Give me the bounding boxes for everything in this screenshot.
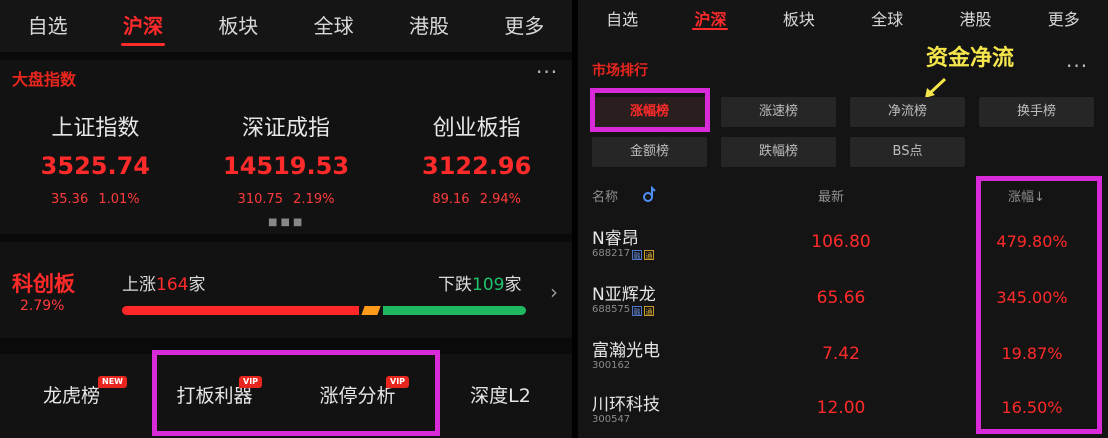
tab-hk-stocks[interactable]: 港股 xyxy=(381,0,476,52)
stock-code: 300162 xyxy=(592,360,631,371)
chip-bs-points[interactable]: BS点 xyxy=(850,137,965,167)
stock-code: 300547 xyxy=(592,414,631,425)
index-name: 深证成指 xyxy=(242,116,331,141)
index-name: 创业板指 xyxy=(432,116,521,141)
star-market-title[interactable]: 科创板 xyxy=(12,268,75,298)
breadth-rise-segment xyxy=(122,306,360,315)
fall-count: 109 xyxy=(472,275,505,295)
chevron-right-icon[interactable]: › xyxy=(550,280,558,304)
index-cards: 上证指数 3525.74 35.36 1.01% 深证成指 14519.53 3… xyxy=(0,110,572,207)
separator xyxy=(0,234,572,242)
stock-name: N睿昂 xyxy=(592,229,639,249)
index-name: 上证指数 xyxy=(51,116,140,141)
more-options-icon[interactable]: ··· xyxy=(1066,54,1088,78)
tab-sectors[interactable]: 板块 xyxy=(755,0,843,40)
tab-more[interactable]: 更多 xyxy=(1020,0,1108,40)
index-value: 3122.96 xyxy=(422,152,532,180)
connect-tag-icon: 通 xyxy=(644,306,654,316)
stock-price: 7.42 xyxy=(822,344,860,364)
stock-price: 65.66 xyxy=(816,288,866,308)
index-change: 35.36 1.01% xyxy=(51,192,140,207)
tab-global[interactable]: 全球 xyxy=(843,0,931,40)
index-card-chinext[interactable]: 创业板指 3122.96 89.16 2.94% xyxy=(381,110,572,207)
right-ranking-panel: 自选 沪深 板块 全球 港股 更多 市场排行 资金净流 ··· 涨幅榜 涨速榜 … xyxy=(578,0,1108,438)
annotation-net-flow: 资金净流 xyxy=(926,46,1015,71)
highlight-box-vip-tools xyxy=(152,350,440,436)
stock-name: 川环科技 xyxy=(592,395,660,415)
rise-prefix: 上涨 xyxy=(122,275,156,295)
tab-watchlist[interactable]: 自选 xyxy=(0,0,95,52)
index-change: 310.75 2.19% xyxy=(237,192,335,207)
stock-tags: 融 通 xyxy=(632,250,656,260)
section-title-market-index: 大盘指数 xyxy=(12,70,77,89)
star-market-change: 2.79% xyxy=(20,298,65,314)
fall-suffix: 家 xyxy=(504,275,522,295)
rise-suffix: 家 xyxy=(188,275,206,295)
tab-global[interactable]: 全球 xyxy=(286,0,381,52)
stock-tags: 融 通 xyxy=(632,306,656,316)
chip-fast-risers[interactable]: 涨速榜 xyxy=(721,97,836,127)
fall-count-label: 下跌109家 xyxy=(438,270,521,295)
stock-price: 12.00 xyxy=(816,398,866,418)
highlight-box-gainers xyxy=(590,88,710,132)
column-header-price[interactable]: 最新 xyxy=(818,186,844,205)
section-title-market-ranking: 市场排行 xyxy=(592,63,648,79)
stock-name: 富瀚光电 xyxy=(592,341,660,361)
separator xyxy=(0,52,572,60)
tab-shanghai-shenzhen[interactable]: 沪深 xyxy=(666,0,754,40)
chip-turnover-rate[interactable]: 换手榜 xyxy=(979,97,1094,127)
highlight-box-change-column xyxy=(976,176,1102,434)
stock-code: 688217 xyxy=(592,248,631,259)
breadth-fall-segment xyxy=(383,306,526,315)
tool-label: 深度L2 xyxy=(470,385,531,407)
tab-watchlist[interactable]: 自选 xyxy=(578,0,666,40)
tab-shanghai-shenzhen[interactable]: 沪深 xyxy=(95,0,190,52)
stock-name: N亚辉龙 xyxy=(592,285,656,305)
connect-tag-icon: 通 xyxy=(644,250,654,260)
margin-tag-icon: 融 xyxy=(632,250,642,260)
new-badge: NEW xyxy=(98,376,127,388)
chip-losers[interactable]: 跌幅榜 xyxy=(721,137,836,167)
tab-hk-stocks[interactable]: 港股 xyxy=(931,0,1019,40)
index-card-shenzhen[interactable]: 深证成指 14519.53 310.75 2.19% xyxy=(191,110,382,207)
stock-code: 688575 xyxy=(592,304,631,315)
index-value: 3525.74 xyxy=(40,152,150,180)
carousel-pager[interactable]: ■■■ xyxy=(268,217,305,228)
right-market-tabs: 自选 沪深 板块 全球 港股 更多 xyxy=(578,0,1108,40)
index-value: 14519.53 xyxy=(223,152,350,180)
breadth-flat-segment xyxy=(361,306,381,315)
more-options-icon[interactable]: ··· xyxy=(536,60,558,84)
market-breadth-bar xyxy=(122,306,526,315)
left-market-tabs: 自选 沪深 板块 全球 港股 更多 xyxy=(0,0,572,52)
rise-count: 164 xyxy=(156,275,189,295)
stock-price: 106.80 xyxy=(811,232,871,252)
tool-label: 龙虎榜 xyxy=(42,385,100,407)
left-quote-panel: 自选 沪深 板块 全球 港股 更多 大盘指数 ··· 上证指数 3525.74 … xyxy=(0,0,572,438)
tool-dragon-tiger-list[interactable]: 龙虎榜 NEW xyxy=(0,354,143,438)
fall-prefix: 下跌 xyxy=(438,275,472,295)
tab-more[interactable]: 更多 xyxy=(477,0,572,52)
sort-toggle-icon[interactable] xyxy=(642,186,656,202)
margin-tag-icon: 融 xyxy=(632,306,642,316)
index-change: 89.16 2.94% xyxy=(432,192,521,207)
tool-depth-l2[interactable]: 深度L2 xyxy=(429,354,572,438)
index-card-shanghai[interactable]: 上证指数 3525.74 35.36 1.01% xyxy=(0,110,191,207)
column-header-name[interactable]: 名称 xyxy=(592,186,618,205)
chip-net-flow[interactable]: 净流榜 xyxy=(850,97,965,127)
rise-count-label: 上涨164家 xyxy=(122,270,205,295)
chip-amount[interactable]: 金额榜 xyxy=(592,137,707,167)
tab-sectors[interactable]: 板块 xyxy=(191,0,286,52)
